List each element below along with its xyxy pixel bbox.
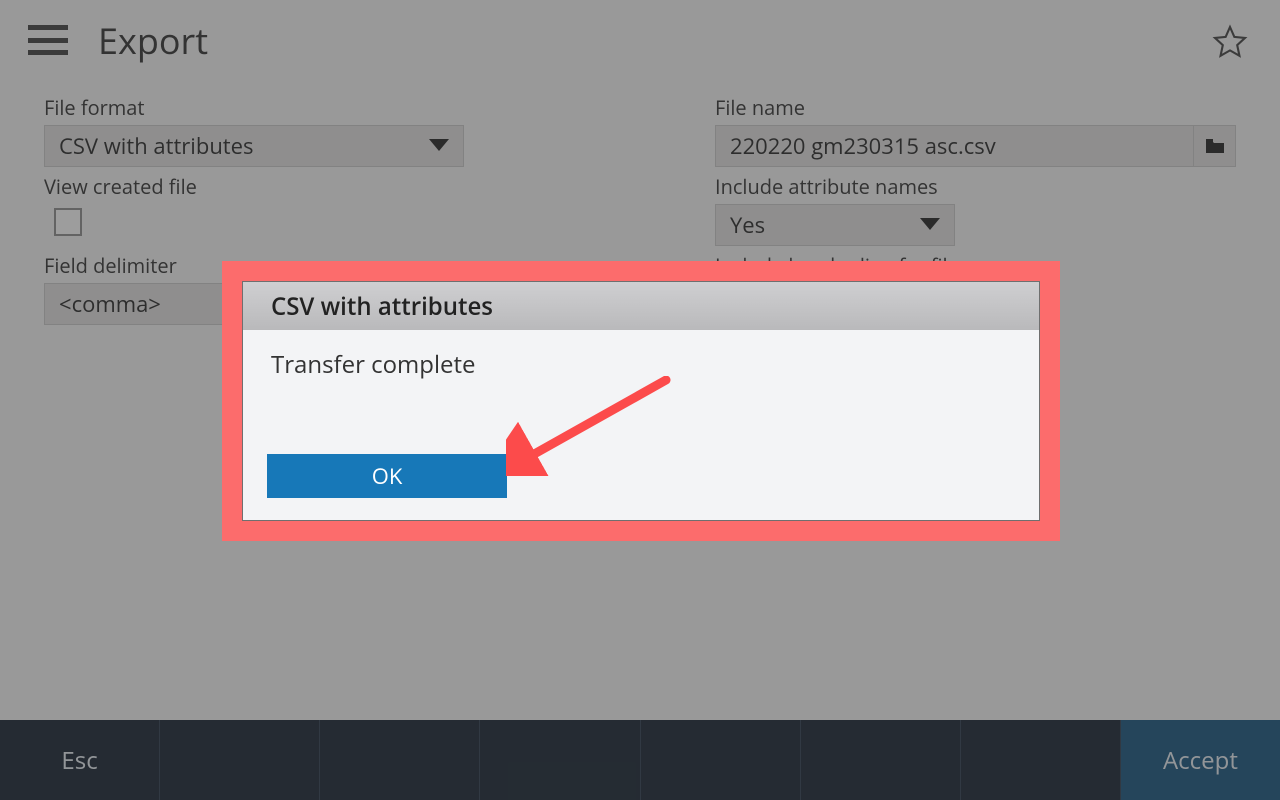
dialog-title: CSV with attributes — [243, 282, 1039, 330]
dialog-message: Transfer complete — [271, 348, 1011, 381]
annotation-highlight-box: CSV with attributes Transfer complete OK — [222, 261, 1060, 541]
ok-button[interactable]: OK — [267, 454, 507, 498]
transfer-complete-dialog: CSV with attributes Transfer complete OK — [242, 281, 1040, 521]
